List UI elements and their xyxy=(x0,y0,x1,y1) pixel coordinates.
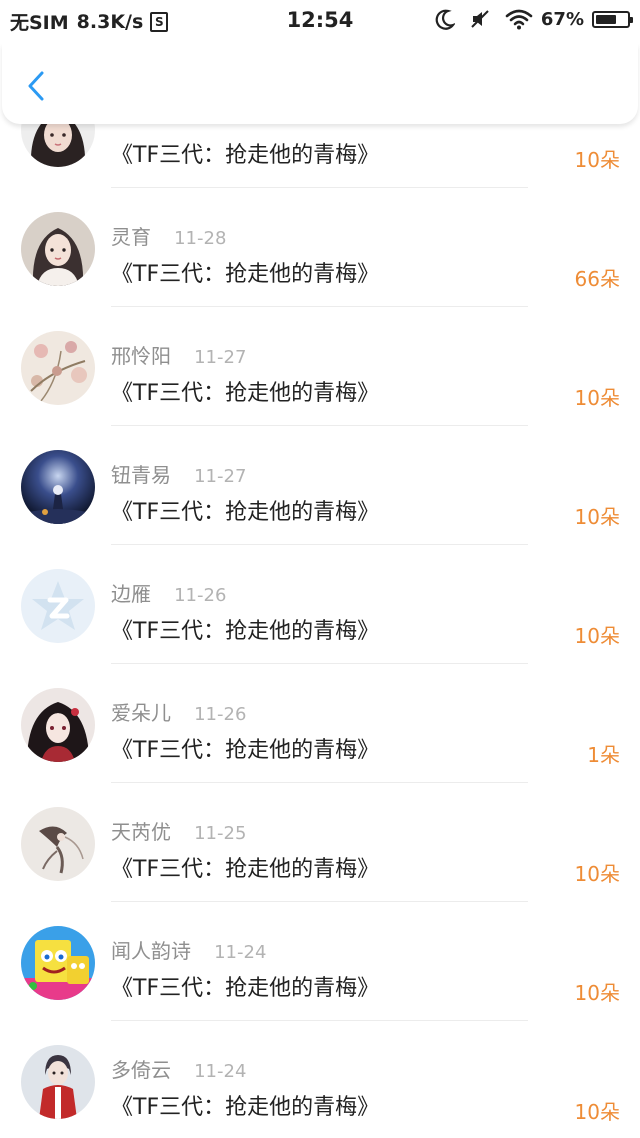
ink-sketch-avatar[interactable] xyxy=(21,807,95,881)
wifi-icon xyxy=(505,9,533,30)
book-title: 《TF三代：抢走他的青梅》 xyxy=(111,619,380,644)
anime-boy-red-avatar[interactable] xyxy=(21,1045,95,1119)
name-line: 邢怜阳 11-27 xyxy=(111,340,246,369)
post-date: 11-27 xyxy=(194,466,247,487)
back-button[interactable] xyxy=(16,66,56,106)
flower-amount: 1朵 xyxy=(587,743,620,767)
name-line: 多倚云 11-24 xyxy=(111,1054,246,1083)
cartoon-sponge-avatar[interactable] xyxy=(21,926,95,1000)
status-bar: 无SIM 8.3K/s S 12:54 67% xyxy=(0,0,640,44)
moon-icon xyxy=(435,9,455,30)
chevron-left-icon[interactable] xyxy=(16,66,56,106)
battery-percent: 67% xyxy=(540,8,584,30)
flower-amount: 10朵 xyxy=(574,505,620,529)
post-date: 11-26 xyxy=(194,704,247,725)
post-date: 11-27 xyxy=(194,347,247,368)
post-date: 11-24 xyxy=(194,1061,247,1082)
post-date: 11-25 xyxy=(194,823,247,844)
battery-tip xyxy=(630,16,633,23)
nav-header xyxy=(2,44,638,124)
list-item[interactable]: 边雁 11-26 《TF三代：抢走他的青梅》 10朵 xyxy=(0,545,640,664)
book-title: 《TF三代：抢走他的青梅》 xyxy=(111,500,380,525)
flower-amount: 10朵 xyxy=(574,624,620,648)
floral-painting-avatar[interactable] xyxy=(21,331,95,405)
anime-girl-avatar[interactable] xyxy=(21,688,95,762)
post-date: 11-26 xyxy=(174,585,227,606)
list-item[interactable]: 灵育 11-28 《TF三代：抢走他的青梅》 66朵 xyxy=(0,188,640,307)
list-item[interactable]: 钮青易 11-27 《TF三代：抢走他的青梅》 10朵 xyxy=(0,426,640,545)
book-title: 《TF三代：抢走他的青梅》 xyxy=(111,381,380,406)
list-item[interactable]: 邢怜阳 11-27 《TF三代：抢走他的青梅》 10朵 xyxy=(0,307,640,426)
list-item[interactable]: 天芮优 11-25 《TF三代：抢走他的青梅》 10朵 xyxy=(0,783,640,902)
flower-amount: 66朵 xyxy=(574,267,620,291)
user-name[interactable]: 天芮优 xyxy=(111,820,171,844)
silent-icon xyxy=(471,10,489,28)
night-scene-avatar[interactable] xyxy=(21,450,95,524)
book-title: 《TF三代：抢走他的青梅》 xyxy=(111,857,380,882)
user-name[interactable]: 爱朵儿 xyxy=(111,701,171,725)
flower-amount: 10朵 xyxy=(574,148,620,172)
battery-level xyxy=(596,14,616,24)
battery-icon xyxy=(592,10,633,28)
default-star-avatar[interactable] xyxy=(21,569,95,643)
user-name[interactable]: 闻人韵诗 xyxy=(111,939,191,963)
name-line: 天芮优 11-25 xyxy=(111,816,246,845)
girl-portrait-avatar[interactable] xyxy=(21,212,95,286)
flower-amount: 10朵 xyxy=(574,981,620,1005)
flower-amount: 10朵 xyxy=(574,386,620,410)
post-date: 11-24 xyxy=(214,942,267,963)
user-name[interactable]: 钮青易 xyxy=(111,463,171,487)
name-line: 钮青易 11-27 xyxy=(111,459,246,488)
flower-amount: 10朵 xyxy=(574,862,620,886)
book-title: 《TF三代：抢走他的青梅》 xyxy=(111,143,380,168)
book-title: 《TF三代：抢走他的青梅》 xyxy=(111,738,380,763)
name-line: 闻人韵诗 11-24 xyxy=(111,935,266,964)
list-item[interactable]: 爱朵儿 11-26 《TF三代：抢走他的青梅》 1朵 xyxy=(0,664,640,783)
name-line: 边雁 11-26 xyxy=(111,578,226,607)
status-right: 67% xyxy=(435,8,633,30)
user-name[interactable]: 边雁 xyxy=(111,582,151,606)
book-title: 《TF三代：抢走他的青梅》 xyxy=(111,262,380,287)
post-date: 11-28 xyxy=(174,228,227,249)
gift-list-screen: 《TF三代：抢走他的青梅》 10朵 灵育 11-28 《TF三代：抢走他的青梅》… xyxy=(0,0,640,1138)
list-item[interactable]: 闻人韵诗 11-24 《TF三代：抢走他的青梅》 10朵 xyxy=(0,902,640,1021)
book-title: 《TF三代：抢走他的青梅》 xyxy=(111,1095,380,1120)
user-name[interactable]: 邢怜阳 xyxy=(111,344,171,368)
user-name[interactable]: 灵育 xyxy=(111,225,151,249)
name-line: 爱朵儿 11-26 xyxy=(111,697,246,726)
user-name[interactable]: 多倚云 xyxy=(111,1058,171,1082)
flower-amount: 10朵 xyxy=(574,1100,620,1124)
book-title: 《TF三代：抢走他的青梅》 xyxy=(111,976,380,1001)
list-item[interactable]: 多倚云 11-24 《TF三代：抢走他的青梅》 10朵 xyxy=(0,1021,640,1138)
name-line: 灵育 11-28 xyxy=(111,221,226,250)
